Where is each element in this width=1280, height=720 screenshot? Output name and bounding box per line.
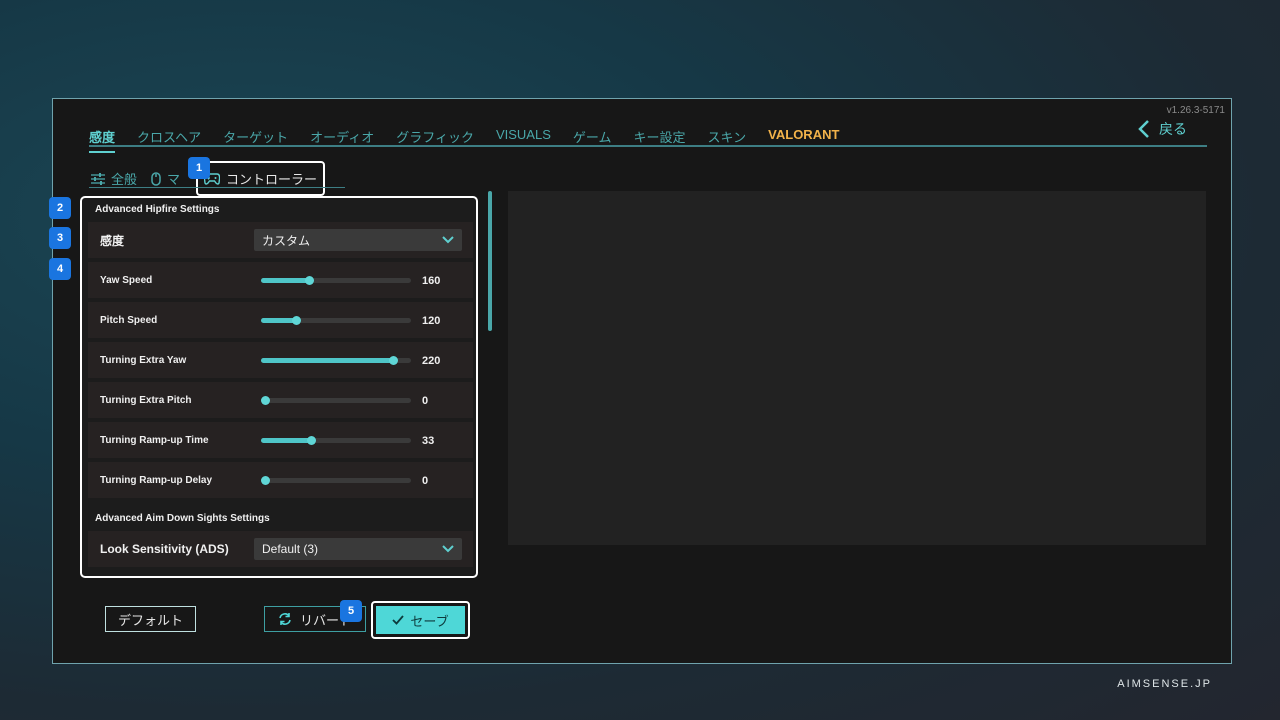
subtab-mouse[interactable]: マ xyxy=(151,169,180,188)
slider-label: Pitch Speed xyxy=(100,314,158,326)
slider-handle[interactable] xyxy=(389,356,398,365)
slider-handle[interactable] xyxy=(306,436,316,445)
tab-crosshair[interactable]: クロスヘア xyxy=(137,127,201,146)
tab-graphics[interactable]: グラフィック xyxy=(396,127,474,146)
subtab-controller[interactable]: コントローラー xyxy=(196,161,326,196)
step-badge-1: 1 xyxy=(188,157,210,179)
sliders-icon xyxy=(91,172,105,185)
sensitivity-dropdown[interactable]: カスタム xyxy=(254,229,462,251)
ads-section-title: Advanced Aim Down Sights Settings xyxy=(95,513,270,524)
look-sensitivity-row: Look Sensitivity (ADS) Default (3) xyxy=(88,531,473,567)
tab-visuals[interactable]: VISUALS xyxy=(496,127,551,146)
turning-extra-pitch-slider[interactable] xyxy=(261,396,411,405)
slider-row: Pitch Speed 120 xyxy=(88,302,473,338)
slider-handle[interactable] xyxy=(261,476,270,485)
tab-valorant[interactable]: VALORANT xyxy=(768,127,839,146)
slider-value: 33 xyxy=(422,435,435,447)
slider-row: Turning Ramp-up Delay 0 xyxy=(88,462,473,498)
slider-label: Turning Extra Yaw xyxy=(100,354,187,366)
slider-row: Turning Ramp-up Time 33 xyxy=(88,422,473,458)
look-sensitivity-dropdown[interactable]: Default (3) xyxy=(254,538,462,560)
step-badge-3: 3 xyxy=(49,227,71,249)
site-watermark: AIMSENSE.JP xyxy=(1117,678,1212,690)
hipfire-section-title: Advanced Hipfire Settings xyxy=(95,204,220,215)
slider-handle[interactable] xyxy=(305,276,314,285)
tab-game[interactable]: ゲーム xyxy=(573,127,612,146)
slider-label: Yaw Speed xyxy=(100,274,153,286)
slider-handle[interactable] xyxy=(291,316,301,325)
pitch-speed-slider[interactable] xyxy=(261,316,411,325)
preview-area xyxy=(508,191,1206,545)
slider-fill xyxy=(261,278,309,283)
save-label: セーブ xyxy=(410,613,449,629)
tab-audio[interactable]: オーディオ xyxy=(310,127,374,146)
tab-sensitivity[interactable]: 感度 xyxy=(89,127,116,153)
slider-row: Turning Extra Pitch 0 xyxy=(88,382,473,418)
subtabs-divider xyxy=(89,187,345,188)
chevron-left-icon xyxy=(1138,120,1149,138)
slider-label: Turning Ramp-up Time xyxy=(100,434,209,446)
subtab-mouse-label: マ xyxy=(167,172,181,187)
look-sensitivity-label: Look Sensitivity (ADS) xyxy=(100,542,229,556)
tab-keybinds[interactable]: キー設定 xyxy=(634,127,686,146)
slider-fill xyxy=(261,318,296,323)
subtab-general-label: 全般 xyxy=(111,172,138,187)
controller-settings-panel[interactable]: Advanced Hipfire Settings 感度 カスタム Yaw Sp… xyxy=(80,196,478,578)
slider-value: 0 xyxy=(422,475,429,487)
slider-value: 0 xyxy=(422,395,429,407)
step-badge-4: 4 xyxy=(49,258,71,280)
slider-handle[interactable] xyxy=(261,396,270,405)
step-badge-5: 5 xyxy=(340,600,362,622)
subtab-general[interactable]: 全般 xyxy=(91,169,137,188)
slider-value: 220 xyxy=(422,355,441,367)
chevron-down-icon xyxy=(442,545,454,553)
tab-target[interactable]: ターゲット xyxy=(223,127,288,146)
sensitivity-label: 感度 xyxy=(100,233,125,248)
slider-row: Yaw Speed 160 xyxy=(88,262,473,298)
sensitivity-row: 感度 カスタム xyxy=(88,222,473,258)
check-icon xyxy=(392,615,405,625)
panel-scrollbar[interactable] xyxy=(488,191,492,331)
turning-extra-yaw-slider[interactable] xyxy=(261,356,411,365)
mouse-icon xyxy=(151,171,161,186)
back-button[interactable]: 戻る xyxy=(1137,119,1187,139)
turning-ramp-up-time-slider[interactable] xyxy=(261,436,411,445)
main-tabs: 感度 クロスヘア ターゲット オーディオ グラフィック VISUALS ゲーム … xyxy=(89,127,839,153)
slider-label: Turning Ramp-up Delay xyxy=(100,474,213,486)
slider-value: 120 xyxy=(422,315,441,327)
chevron-down-icon xyxy=(442,236,454,244)
step-badge-2: 2 xyxy=(49,197,71,219)
tabs-divider xyxy=(89,145,1207,147)
back-label: 戻る xyxy=(1159,121,1187,137)
refresh-icon xyxy=(279,613,291,625)
turning-ramp-up-delay-slider[interactable] xyxy=(261,476,411,485)
look-sensitivity-value: Default (3) xyxy=(262,542,319,556)
sensitivity-value: カスタム xyxy=(262,233,311,248)
default-button[interactable]: デフォルト xyxy=(105,606,196,632)
slider-value: 160 xyxy=(422,275,441,287)
sub-tabs: 全般 マ コントローラー xyxy=(91,161,339,196)
slider-label: Turning Extra Pitch xyxy=(100,394,192,406)
tab-skins[interactable]: スキン xyxy=(708,127,747,146)
version-label: v1.26.3-5171 xyxy=(1166,105,1225,116)
settings-window: v1.26.3-5171 感度 クロスヘア ターゲット オーディオ グラフィック… xyxy=(49,98,1232,664)
slider-fill xyxy=(261,358,393,363)
save-button[interactable]: セーブ xyxy=(376,606,465,634)
subtab-controller-label: コントローラー xyxy=(226,172,318,187)
slider-fill xyxy=(261,438,311,443)
slider-row: Turning Extra Yaw 220 xyxy=(88,342,473,378)
yaw-speed-slider[interactable] xyxy=(261,276,411,285)
